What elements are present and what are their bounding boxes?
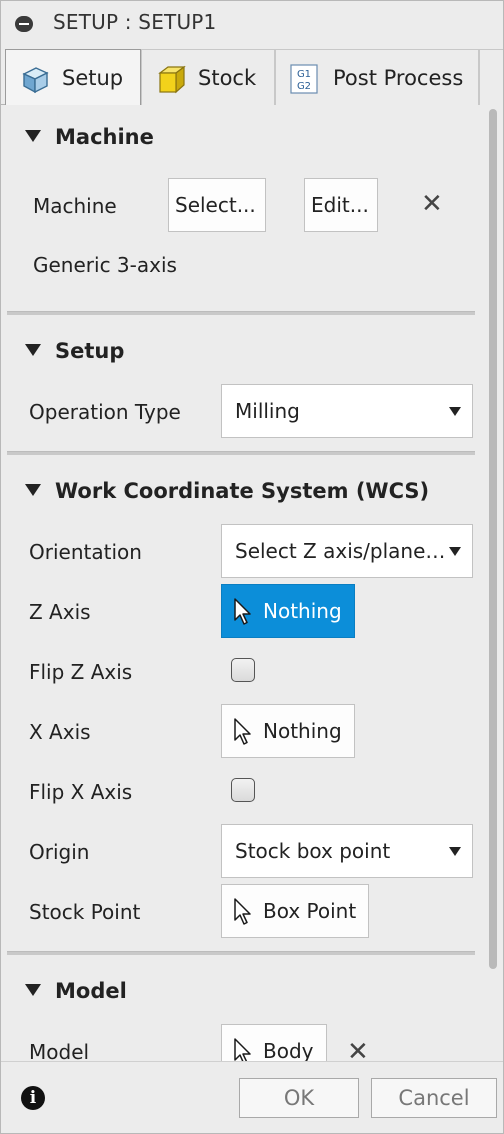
section-divider (7, 451, 475, 455)
z-axis-label: Z Axis (29, 600, 91, 624)
origin-dropdown[interactable]: Stock box point (221, 824, 473, 878)
z-axis-selector[interactable]: Nothing (221, 584, 355, 638)
section-divider (7, 311, 475, 315)
orientation-value: Select Z axis/plane & X axis (235, 539, 449, 563)
model-clear-icon[interactable]: ✕ (347, 1037, 369, 1061)
title-bar[interactable]: SETUP : SETUP1 (1, 1, 503, 45)
section-setup-title: Setup (55, 339, 125, 363)
origin-value: Stock box point (235, 839, 391, 863)
section-setup-header[interactable]: Setup (25, 339, 124, 363)
tab-stock[interactable]: Stock (141, 49, 275, 105)
model-label: Model (29, 1040, 90, 1061)
machine-clear-icon[interactable]: ✕ (421, 189, 443, 219)
cursor-arrow-icon (234, 598, 251, 625)
section-machine-header[interactable]: Machine (25, 125, 154, 149)
collapse-triangle-icon[interactable] (25, 984, 41, 996)
section-model-title: Model (55, 979, 127, 1003)
info-icon[interactable]: i (21, 1086, 45, 1110)
stock-point-value: Box Point (263, 899, 357, 923)
svg-text:G2: G2 (297, 81, 311, 92)
setup-panel[interactable]: Machine Machine Select... Edit... ✕ Gene… (1, 105, 503, 1061)
x-axis-selector[interactable]: Nothing (221, 704, 355, 758)
tab-post-process-label: Post Process (333, 66, 464, 90)
collapse-triangle-icon[interactable] (25, 130, 41, 142)
stock-point-label: Stock Point (29, 900, 141, 924)
tab-setup[interactable]: Setup (5, 49, 141, 106)
section-wcs-title: Work Coordinate System (WCS) (55, 479, 430, 503)
tab-stock-label: Stock (198, 66, 257, 90)
collapse-triangle-icon[interactable] (25, 484, 41, 496)
machine-label: Machine (33, 194, 117, 218)
chevron-down-icon (449, 407, 461, 416)
setup-dialog: SETUP : SETUP1 Setup Stock G1 G2 Post Pr… (0, 0, 504, 1134)
model-value: Body (263, 1039, 314, 1061)
dialog-footer: i OK Cancel (1, 1061, 503, 1133)
x-axis-label: X Axis (29, 720, 91, 744)
g-code-icon: G1 G2 (290, 64, 318, 94)
orientation-label: Orientation (29, 540, 142, 564)
section-machine-title: Machine (55, 125, 154, 149)
chevron-down-icon (449, 847, 461, 856)
z-axis-value: Nothing (263, 599, 342, 623)
tab-bar: Setup Stock G1 G2 Post Process (1, 45, 503, 106)
cancel-button[interactable]: Cancel (371, 1078, 497, 1118)
chevron-down-icon (449, 547, 461, 556)
svg-text:G1: G1 (297, 69, 311, 80)
orientation-dropdown[interactable]: Select Z axis/plane & X axis (221, 524, 473, 578)
machine-edit-button[interactable]: Edit... (304, 178, 378, 232)
vertical-scrollbar[interactable] (489, 109, 497, 969)
cursor-arrow-icon (234, 1038, 251, 1061)
operation-type-label: Operation Type (29, 400, 181, 424)
flip-z-axis-label: Flip Z Axis (29, 660, 133, 684)
flip-x-axis-checkbox[interactable] (231, 778, 255, 802)
flip-x-axis-label: Flip X Axis (29, 780, 133, 804)
minus-circle-icon[interactable] (15, 16, 33, 32)
flip-z-axis-checkbox[interactable] (231, 658, 255, 682)
machine-name: Generic 3-axis (33, 253, 177, 277)
section-wcs-header[interactable]: Work Coordinate System (WCS) (25, 479, 429, 503)
model-selector[interactable]: Body (221, 1024, 327, 1061)
tab-post-process[interactable]: G1 G2 Post Process (275, 49, 479, 105)
section-divider (7, 951, 475, 955)
cursor-arrow-icon (234, 718, 251, 745)
stock-box-icon (158, 65, 186, 94)
cursor-arrow-icon (234, 898, 251, 925)
ok-button[interactable]: OK (239, 1078, 359, 1118)
tab-setup-label: Setup (62, 66, 124, 90)
dialog-title: SETUP : SETUP1 (53, 10, 217, 34)
operation-type-dropdown[interactable]: Milling (221, 384, 473, 438)
tab-overflow (479, 49, 503, 105)
stock-point-selector[interactable]: Box Point (221, 884, 370, 938)
setup-cube-icon (22, 67, 49, 94)
origin-label: Origin (29, 840, 90, 864)
collapse-triangle-icon[interactable] (25, 344, 41, 356)
machine-select-button[interactable]: Select... (168, 178, 266, 232)
x-axis-value: Nothing (263, 719, 342, 743)
operation-type-value: Milling (235, 399, 300, 423)
section-model-header[interactable]: Model (25, 979, 127, 1003)
